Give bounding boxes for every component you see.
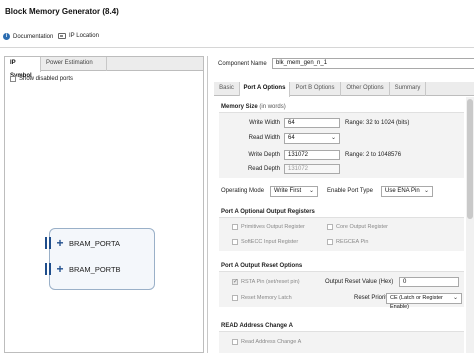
vertical-scrollbar[interactable] [466, 97, 474, 353]
panel-splitter[interactable] [207, 56, 208, 353]
documentation-label: Documentation [13, 33, 54, 40]
chevron-down-icon: ⌄ [452, 295, 458, 301]
checkbox [327, 224, 333, 230]
read-address-change-checkbox: Read Address Change A [232, 339, 301, 345]
reset-memory-latch-label: Reset Memory Latch [241, 295, 292, 301]
reset-priority-select[interactable]: CE (Latch or Register Enable) ⌄ [386, 293, 462, 310]
bus-interface-icon [45, 237, 51, 249]
optional-output-registers-header: Port A Optional Output Registers [221, 209, 315, 215]
tab-ip-symbol[interactable]: IP Symbol [5, 57, 41, 79]
expand-plus-icon[interactable]: + [55, 237, 65, 249]
rsta-pin-label: RSTA Pin (set/reset pin) [241, 279, 300, 285]
info-icon: i [3, 33, 10, 40]
show-disabled-ports-label: Show disabled ports [19, 76, 74, 82]
memory-size-header: Memory Size (in words) [221, 104, 286, 110]
output-reset-value-input[interactable]: 0 [399, 277, 459, 287]
rsta-pin-checkbox: RSTA Pin (set/reset pin) [232, 278, 300, 285]
read-width-value: 64 [288, 135, 295, 141]
component-name-input[interactable]: blk_mem_gen_n_1 [272, 58, 474, 69]
documentation-button[interactable]: i Documentation [3, 33, 53, 40]
reset-memory-latch-checkbox: Reset Memory Latch [232, 295, 292, 301]
enable-port-type-label: Enable Port Type [327, 188, 373, 194]
scrollbar-thumb[interactable] [467, 99, 473, 219]
component-name-row: Component Name blk_mem_gen_n_1 [218, 58, 474, 69]
port-label: BRAM_PORTA [69, 238, 120, 248]
title-bar: Block Memory Generator (8.4) [0, 0, 474, 24]
primitives-output-register-checkbox: Primitives Output Register [232, 224, 305, 230]
softecc-input-register-label: SoftECC Input Register [241, 239, 299, 245]
reset-priority-value: CE (Latch or Register Enable) [390, 295, 443, 310]
read-address-change-label: Read Address Change A [241, 339, 302, 345]
write-width-input[interactable]: 64 [284, 118, 340, 128]
core-output-register-label: Core Output Register [336, 224, 388, 230]
write-depth-label: Write Depth [248, 152, 280, 158]
write-depth-range: Range: 2 to 1048576 [345, 152, 402, 158]
window-title: Block Memory Generator (8.4) [5, 7, 119, 16]
regcea-pin-label: REGCEA Pin [336, 239, 369, 245]
checkbox [232, 339, 238, 345]
primitives-output-register-label: Primitives Output Register [241, 224, 305, 230]
tab-port-a-options[interactable]: Port A Options [240, 82, 290, 97]
port-a-options-panel: Memory Size (in words) Write Width 64 Ra… [214, 97, 474, 353]
toolbar: i Documentation IP Location [0, 30, 474, 44]
chevron-down-icon: ⌄ [423, 188, 429, 194]
component-name-label: Component Name [218, 61, 267, 67]
enable-port-type-select[interactable]: Use ENA Pin ⌄ [381, 186, 433, 197]
tab-summary[interactable]: Summary [390, 82, 426, 96]
softecc-input-register-checkbox: SoftECC Input Register [232, 239, 298, 245]
config-tabs: Basic Port A Options Port B Options Othe… [214, 82, 474, 97]
port-bram-porta[interactable]: + BRAM_PORTA [45, 237, 120, 249]
checkbox [232, 239, 238, 245]
operating-mode-value: Write First [274, 188, 302, 194]
memory-size-unit: (in words) [259, 104, 286, 110]
bus-interface-icon [45, 263, 51, 275]
write-width-label: Write Width [249, 120, 280, 126]
port-label: BRAM_PORTB [69, 264, 121, 274]
read-address-change-header: READ Address Change A [221, 323, 293, 329]
ip-symbol-panel: IP Symbol Power Estimation Show disabled… [4, 56, 204, 353]
checkbox [232, 295, 238, 301]
regcea-pin-checkbox: REGCEA Pin [327, 239, 368, 245]
read-width-label: Read Width [248, 135, 280, 141]
output-reset-header: Port A Output Reset Options [221, 263, 303, 269]
tab-other-options[interactable]: Other Options [341, 82, 390, 96]
ip-location-label: IP Location [69, 33, 99, 39]
checkbox [232, 278, 238, 285]
optional-output-registers-section [219, 217, 464, 251]
tab-port-b-options[interactable]: Port B Options [290, 82, 341, 96]
output-reset-value-label: Output Reset Value (Hex) [325, 279, 394, 285]
write-width-range: Range: 32 to 1024 (bits) [345, 120, 410, 126]
chevron-down-icon: ⌄ [308, 188, 314, 194]
checkbox [232, 224, 238, 230]
chevron-down-icon: ⌄ [330, 135, 336, 141]
checkbox [327, 239, 333, 245]
tab-basic[interactable]: Basic [214, 82, 240, 96]
read-width-select[interactable]: 64 ⌄ [284, 133, 340, 144]
tab-power-estimation[interactable]: Power Estimation [41, 57, 107, 71]
left-tabs: IP Symbol Power Estimation [5, 57, 203, 79]
memory-size-title: Memory Size [221, 104, 258, 110]
reset-priority-label: Reset Priority [354, 295, 391, 301]
port-bram-portb[interactable]: + BRAM_PORTB [45, 263, 121, 275]
checkbox[interactable] [10, 76, 16, 82]
show-disabled-ports-checkbox[interactable]: Show disabled ports [10, 76, 73, 82]
core-output-register-checkbox: Core Output Register [327, 224, 388, 230]
read-depth-input: 131072 [284, 164, 340, 174]
enable-port-type-value: Use ENA Pin [385, 188, 420, 194]
expand-plus-icon[interactable]: + [55, 263, 65, 275]
toolbar-divider [0, 47, 474, 48]
operating-mode-select[interactable]: Write First ⌄ [270, 186, 318, 197]
write-depth-input[interactable]: 131072 [284, 150, 340, 160]
operating-mode-label: Operating Mode [221, 188, 265, 194]
folder-icon [58, 33, 66, 39]
read-depth-label: Read Depth [247, 166, 280, 172]
ip-location-button[interactable]: IP Location [58, 33, 99, 39]
